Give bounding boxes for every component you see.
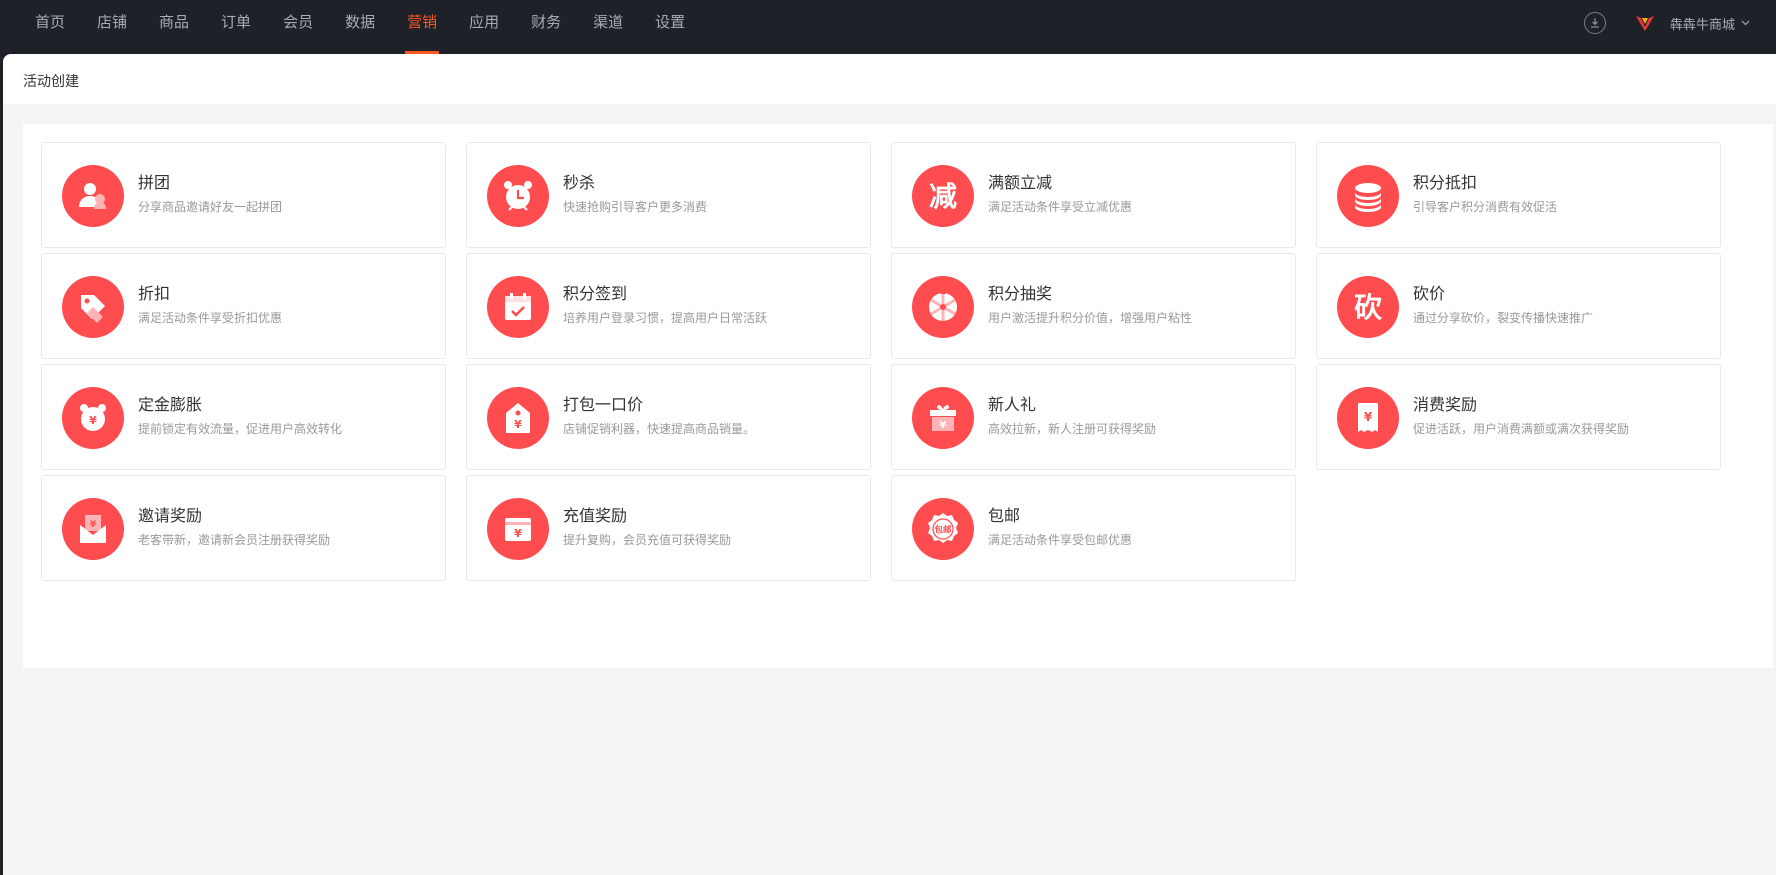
brand-logo-icon (1634, 12, 1656, 34)
activity-title: 包邮 (988, 506, 1021, 525)
activity-title: 积分抽奖 (988, 284, 1053, 303)
activity-card-free-shipping[interactable]: 包邮 包邮 满足活动条件享受包邮优惠 (891, 475, 1296, 581)
svg-text:¥: ¥ (514, 418, 522, 431)
nav-item-settings[interactable]: 设置 (639, 0, 701, 54)
page-header: 活动创建 (3, 54, 1776, 104)
store-name: 犇犇牛商城 (1669, 17, 1735, 33)
activity-card-points-lottery[interactable]: 积分抽奖 用户激活提升积分价值，增强用户粘性 (891, 253, 1296, 359)
chevron-down-icon (1741, 20, 1750, 26)
activity-description: 引导客户积分消费有效促活 (1413, 200, 1558, 214)
deposit-clock-icon: ¥ (62, 387, 124, 449)
svg-text:¥: ¥ (89, 414, 97, 427)
activity-description: 满足活动条件享受立减优惠 (988, 200, 1133, 214)
activity-description: 高效拉新，新人注册可获得奖励 (988, 422, 1157, 436)
activity-title: 满额立减 (988, 173, 1053, 192)
nav-item-orders[interactable]: 订单 (205, 0, 267, 54)
activity-card-invite-reward[interactable]: ¥ 邀请奖励 老客带新，邀请新会员注册获得奖励 (41, 475, 446, 581)
main-nav: 首页 店铺 商品 订单 会员 数据 营销 应用 财务 渠道 设置 (19, 0, 701, 54)
group-buy-icon (62, 165, 124, 227)
nav-item-channels[interactable]: 渠道 (577, 0, 639, 54)
svg-text:包邮: 包邮 (934, 525, 952, 536)
alarm-clock-icon (487, 165, 549, 227)
activity-card-bundle-price[interactable]: ¥ 打包一口价 店铺促销利器，快速提高商品销量。 (466, 364, 871, 470)
bargain-icon: 砍 (1337, 276, 1399, 338)
activity-description: 满足活动条件享受折扣优惠 (138, 311, 283, 325)
svg-text:¥: ¥ (90, 520, 97, 530)
activity-description: 培养用户登录习惯，提高用户日常活跃 (563, 311, 768, 325)
activity-title: 拼团 (138, 173, 171, 192)
activity-title: 充值奖励 (563, 506, 628, 525)
nav-item-members[interactable]: 会员 (267, 0, 329, 54)
activity-card-bargain[interactable]: 砍 砍价 通过分享砍价，裂变传播快速推广 (1316, 253, 1721, 359)
svg-text:减: 减 (929, 180, 957, 213)
lottery-wheel-icon (912, 276, 974, 338)
nav-item-apps[interactable]: 应用 (453, 0, 515, 54)
activity-grid: 拼团 分享商品邀请好友一起拼团 秒杀 快速抢购引导客户更多消费 减 满额立减 满… (23, 124, 1773, 668)
activity-card-consumption-reward[interactable]: ¥ 消费奖励 促进活跃，用户消费满额或满次获得奖励 (1316, 364, 1721, 470)
activity-card-newcomer-gift[interactable]: ¥ 新人礼 高效拉新，新人注册可获得奖励 (891, 364, 1296, 470)
envelope-icon: ¥ (62, 498, 124, 560)
activity-card-discount[interactable]: 折扣 满足活动条件享受折扣优惠 (41, 253, 446, 359)
calendar-check-icon (487, 276, 549, 338)
reduce-icon: 减 (912, 165, 974, 227)
activity-title: 消费奖励 (1413, 395, 1478, 414)
activity-description: 老客带新，邀请新会员注册获得奖励 (138, 533, 331, 547)
activity-title: 砍价 (1413, 284, 1446, 303)
activity-card-points-deduct[interactable]: 积分抵扣 引导客户积分消费有效促活 (1316, 142, 1721, 248)
nav-item-finance[interactable]: 财务 (515, 0, 577, 54)
top-right-tools: 犇犇牛商城 (1583, 10, 1750, 36)
coin-stack-icon (1337, 165, 1399, 227)
activity-description: 店铺促销利器，快速提高商品销量。 (563, 422, 756, 436)
activity-title: 积分签到 (563, 284, 628, 303)
page-title: 活动创建 (23, 74, 79, 90)
activity-card-full-reduce[interactable]: 减 满额立减 满足活动条件享受立减优惠 (891, 142, 1296, 248)
receipt-icon: ¥ (1337, 387, 1399, 449)
nav-item-marketing[interactable]: 营销 (391, 0, 453, 54)
svg-text:¥: ¥ (1364, 410, 1373, 424)
svg-text:¥: ¥ (514, 527, 522, 540)
activity-description: 快速抢购引导客户更多消费 (563, 200, 708, 214)
activity-title: 打包一口价 (563, 395, 644, 414)
activity-description: 促进活跃，用户消费满额或满次获得奖励 (1413, 422, 1630, 436)
activity-card-recharge-reward[interactable]: ¥ 充值奖励 提升复购，会员充值可获得奖励 (466, 475, 871, 581)
svg-text:砍: 砍 (1354, 291, 1383, 324)
nav-item-home[interactable]: 首页 (19, 0, 81, 54)
price-tag-icon: ¥ (487, 387, 549, 449)
activity-card-flash-sale[interactable]: 秒杀 快速抢购引导客户更多消费 (466, 142, 871, 248)
activity-title: 折扣 (138, 284, 171, 303)
gift-box-icon: ¥ (912, 387, 974, 449)
activity-title: 定金膨胀 (138, 395, 203, 414)
activity-title: 邀请奖励 (138, 506, 203, 525)
discount-tag-icon (62, 276, 124, 338)
free-shipping-icon: 包邮 (912, 498, 974, 560)
store-switcher[interactable]: 犇犇牛商城 (1670, 14, 1750, 33)
svg-text:¥: ¥ (940, 420, 947, 431)
activity-card-group-buy[interactable]: 拼团 分享商品邀请好友一起拼团 (41, 142, 446, 248)
activity-card-deposit[interactable]: ¥ 定金膨胀 提前锁定有效流量，促进用户高效转化 (41, 364, 446, 470)
activity-description: 满足活动条件享受包邮优惠 (988, 533, 1133, 547)
activity-description: 提前锁定有效流量，促进用户高效转化 (138, 422, 343, 436)
activity-title: 新人礼 (988, 395, 1037, 414)
main-content: 活动创建 拼团 分享商品邀请好友一起拼团 秒杀 快速抢购引导客户更多消费 减 满… (3, 54, 1776, 875)
nav-item-goods[interactable]: 商品 (143, 0, 205, 54)
activity-title: 秒杀 (563, 173, 596, 192)
activity-title: 积分抵扣 (1413, 173, 1478, 192)
activity-card-points-checkin[interactable]: 积分签到 培养用户登录习惯，提高用户日常活跃 (466, 253, 871, 359)
download-icon[interactable] (1583, 12, 1606, 34)
nav-item-data[interactable]: 数据 (329, 0, 391, 54)
nav-item-shop[interactable]: 店铺 (81, 0, 143, 54)
activity-description: 用户激活提升积分价值，增强用户粘性 (988, 311, 1193, 325)
activity-description: 提升复购，会员充值可获得奖励 (563, 533, 732, 547)
top-navigation-bar: 首页 店铺 商品 订单 会员 数据 营销 应用 财务 渠道 设置 犇犇牛商城 (0, 0, 1776, 54)
wallet-icon: ¥ (487, 498, 549, 560)
activity-description: 分享商品邀请好友一起拼团 (138, 200, 283, 214)
activity-description: 通过分享砍价，裂变传播快速推广 (1413, 311, 1594, 325)
